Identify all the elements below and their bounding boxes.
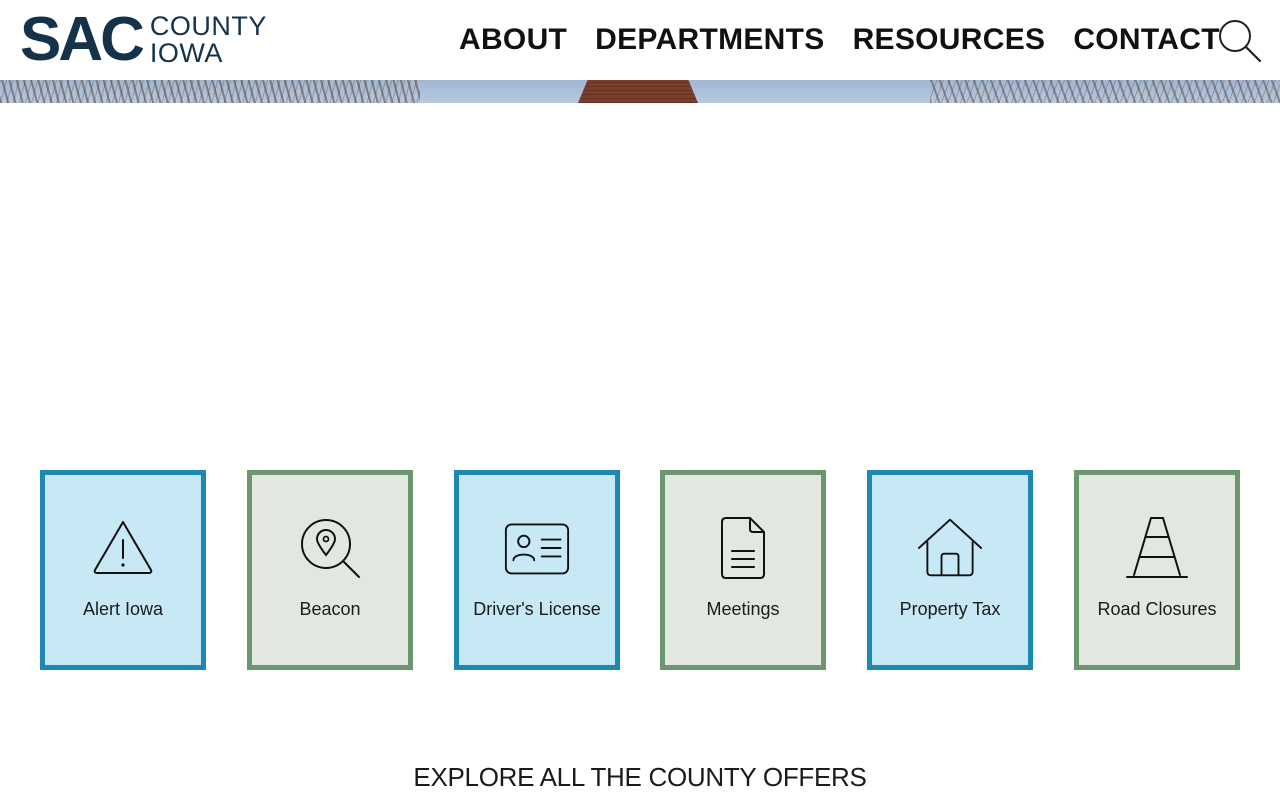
hero-trees-left	[0, 80, 420, 103]
quick-link-meetings[interactable]: Meetings	[660, 470, 826, 670]
site-logo[interactable]: SAC COUNTY IOWA	[20, 5, 267, 74]
quick-link-alert-iowa[interactable]: Alert Iowa	[40, 470, 206, 670]
quick-links: Alert Iowa Beacon Driver's License Meeti…	[40, 470, 1240, 670]
house-icon	[917, 515, 983, 581]
hero-courthouse-roof	[578, 80, 698, 103]
map-search-icon	[297, 515, 363, 581]
id-card-icon	[504, 515, 570, 581]
nav-item-resources[interactable]: RESOURCES	[853, 23, 1046, 57]
quick-link-property-tax[interactable]: Property Tax	[867, 470, 1033, 670]
site-header: SAC COUNTY IOWA ABOUT DEPARTMENTS RESOUR…	[0, 0, 1280, 80]
quick-link-label: Property Tax	[899, 599, 1001, 619]
road-icon	[1124, 515, 1190, 581]
search-button[interactable]	[1216, 17, 1262, 63]
warning-icon	[90, 515, 156, 581]
nav-item-contact[interactable]: CONTACT	[1073, 23, 1220, 57]
explore-heading: EXPLORE ALL THE COUNTY OFFERS	[413, 762, 867, 792]
logo-line-county: COUNTY	[149, 11, 267, 41]
quick-link-label: Road Closures	[1097, 599, 1217, 619]
quick-link-drivers-license[interactable]: Driver's License	[454, 470, 620, 670]
hero-image	[0, 80, 1280, 103]
logo-primary: SAC	[20, 5, 145, 74]
document-icon	[710, 515, 776, 581]
quick-link-label: Beacon	[299, 599, 361, 619]
quick-link-label: Driver's License	[473, 599, 601, 619]
logo-subtitle: COUNTY IOWA	[150, 13, 267, 67]
quick-link-road-closures[interactable]: Road Closures	[1074, 470, 1240, 670]
logo-line-iowa: IOWA	[149, 38, 223, 68]
hero-trees-right	[930, 80, 1280, 103]
nav-item-about[interactable]: ABOUT	[459, 23, 567, 57]
search-icon	[1219, 20, 1262, 63]
main-nav: ABOUT DEPARTMENTS RESOURCES CONTACT	[459, 20, 1248, 60]
quick-link-label: Alert Iowa	[82, 599, 164, 619]
quick-link-label: Meetings	[706, 599, 780, 619]
nav-item-departments[interactable]: DEPARTMENTS	[595, 23, 824, 57]
quick-link-beacon[interactable]: Beacon	[247, 470, 413, 670]
